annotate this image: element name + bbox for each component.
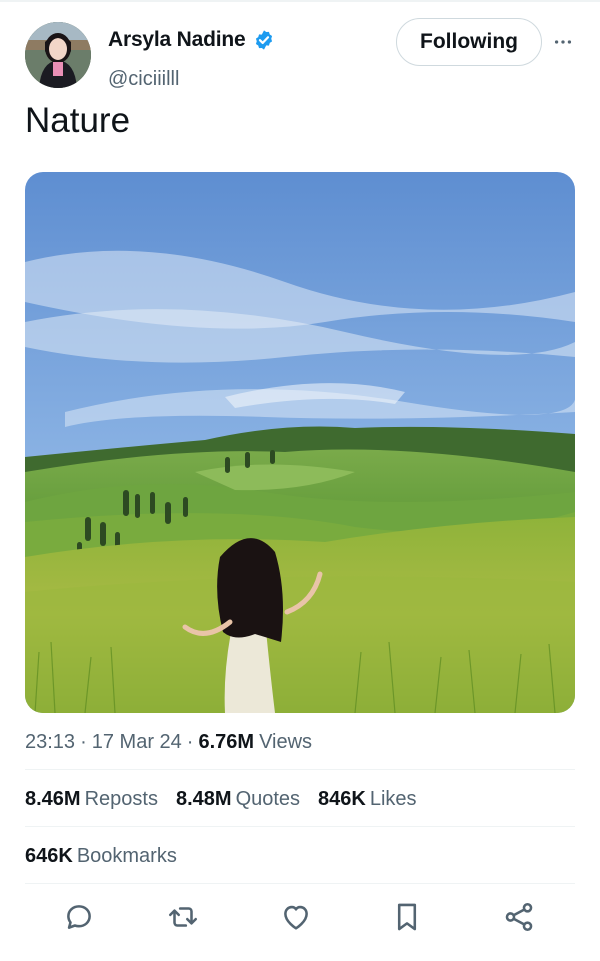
likes-count: 846K	[318, 788, 366, 810]
share-button[interactable]	[499, 897, 539, 937]
top-divider	[0, 0, 600, 2]
reposts-stat[interactable]: 8.46M Reposts	[25, 788, 158, 811]
verified-badge-icon	[256, 30, 273, 50]
more-dots-icon	[554, 40, 572, 44]
more-options-button[interactable]	[551, 30, 575, 54]
avatar[interactable]	[25, 22, 91, 88]
divider	[25, 883, 575, 884]
tweet-text: Nature	[25, 101, 131, 140]
reposts-count: 8.46M	[25, 788, 81, 810]
bookmarks-stat[interactable]: 646K Bookmarks	[25, 845, 177, 867]
bookmarks-label: Bookmarks	[76, 845, 177, 867]
tweet-meta: 23:13 · 17 Mar 24 · 6.76M Views	[25, 731, 312, 754]
avatar-image	[25, 22, 91, 88]
meta-separator: ·	[186, 731, 194, 753]
repost-icon	[168, 907, 198, 927]
author-handle[interactable]: @ciciiilll	[108, 68, 179, 91]
quotes-label: Quotes	[235, 788, 301, 810]
tweet-time[interactable]: 23:13	[25, 731, 75, 754]
views-label: Views	[259, 731, 313, 753]
like-button[interactable]	[276, 897, 316, 937]
reply-icon	[67, 905, 91, 929]
tweet-date[interactable]: 17 Mar 24	[92, 731, 182, 754]
reply-button[interactable]	[59, 897, 99, 937]
likes-label: Likes	[369, 788, 417, 810]
like-icon	[284, 905, 308, 930]
bookmarks-stat-row: 646K Bookmarks	[25, 845, 177, 868]
following-button[interactable]: Following	[396, 18, 542, 66]
bookmark-button[interactable]	[387, 897, 427, 937]
action-bar	[0, 897, 600, 937]
quotes-count: 8.48M	[175, 788, 232, 810]
engagement-stats: 8.46M Reposts 8.48M Quotes 846K Likes	[25, 788, 417, 811]
tweet-photo[interactable]	[25, 172, 575, 713]
reposts-label: Reposts	[84, 788, 158, 810]
quotes-stat[interactable]: 8.48M Quotes	[176, 788, 300, 811]
likes-stat[interactable]: 846K Likes	[318, 788, 417, 811]
views-count: 6.76M	[198, 731, 255, 753]
author-display-name[interactable]: Arsyla Nadine	[108, 28, 246, 52]
author-name-row: Arsyla Nadine	[108, 28, 275, 52]
share-icon	[505, 902, 533, 932]
divider	[25, 826, 575, 827]
landscape-photo-image	[25, 172, 575, 713]
repost-button[interactable]	[163, 897, 203, 937]
meta-separator: ·	[80, 731, 87, 753]
bookmarks-count: 646K	[25, 845, 73, 867]
divider	[25, 769, 575, 770]
bookmark-icon	[397, 903, 417, 931]
